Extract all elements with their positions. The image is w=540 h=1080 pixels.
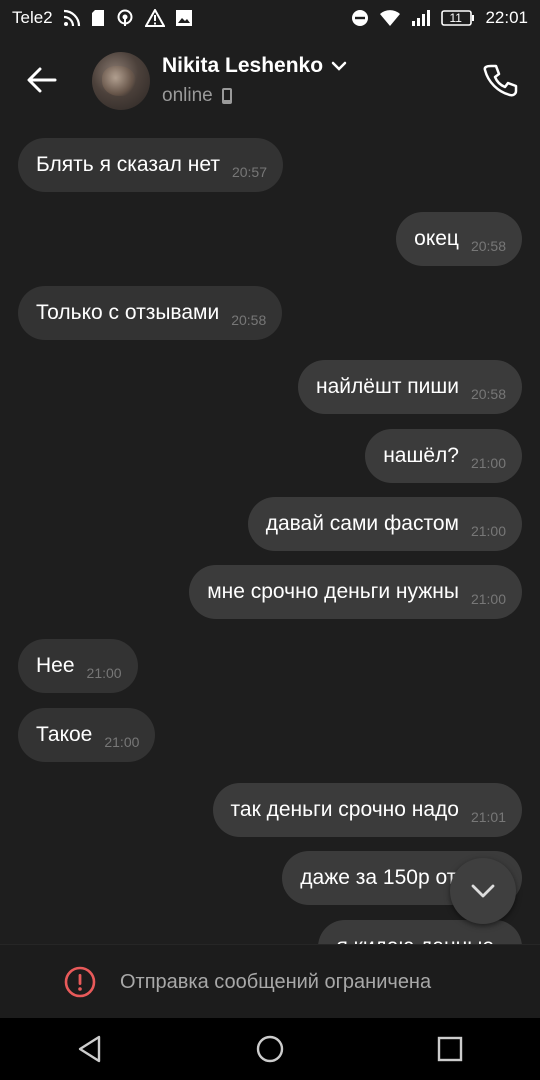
message-text: найлёшт пиши xyxy=(316,375,459,398)
phone-device-icon xyxy=(221,88,232,104)
status-bar: Tele2 11 22:01 xyxy=(0,0,540,36)
message-bubble-outgoing[interactable]: давай сами фастом 21:00 xyxy=(247,497,522,551)
message-text: Блять я сказал нет xyxy=(36,153,220,176)
message-text: давай сами фастом xyxy=(265,512,459,535)
phone-icon xyxy=(483,64,518,97)
message-text: так деньги срочно надо xyxy=(230,798,459,821)
carrier-label: Tele2 xyxy=(12,8,53,27)
system-nav-bar xyxy=(0,1018,540,1080)
clock: 22:01 xyxy=(485,8,528,27)
message-text: Только с отзывами xyxy=(36,301,220,324)
message-text: я кидаю данные xyxy=(336,935,494,944)
call-button[interactable] xyxy=(480,60,520,100)
image-icon xyxy=(175,9,193,27)
message-bubble-outgoing[interactable]: нашёл? 21:00 xyxy=(365,429,522,483)
triangle-back-icon xyxy=(78,1035,101,1063)
battery-icon: 11 xyxy=(441,9,475,27)
message-bubble-incoming[interactable]: Такое 21:00 xyxy=(18,708,156,762)
wifi-icon xyxy=(379,9,401,27)
nav-back-button[interactable] xyxy=(60,1019,120,1079)
message-text: Такое xyxy=(36,723,93,746)
circle-home-icon xyxy=(256,1035,284,1063)
square-recents-icon xyxy=(437,1036,463,1062)
avatar[interactable] xyxy=(92,52,150,110)
alert-icon xyxy=(64,966,96,998)
message-text: окец xyxy=(414,227,459,250)
message-bubble-incoming[interactable]: Нее 21:00 xyxy=(18,639,138,693)
messaging-restricted-bar: Отправка сообщений ограничена xyxy=(0,944,540,1019)
nav-recents-button[interactable] xyxy=(420,1019,480,1079)
scroll-to-bottom-button[interactable] xyxy=(450,858,516,924)
message-bubble-outgoing[interactable]: я кидаю данные xyxy=(318,920,522,944)
message-bubble-outgoing[interactable]: так деньги срочно надо 21:01 xyxy=(212,783,522,837)
message-time: 21:00 xyxy=(86,665,122,681)
do-not-disturb-icon xyxy=(351,9,369,27)
restriction-text: Отправка сообщений ограничена xyxy=(120,970,432,993)
message-time: 21:00 xyxy=(470,523,506,539)
message-time: 21:01 xyxy=(470,809,506,825)
message-time: 20:58 xyxy=(470,386,506,402)
message-time: 20:57 xyxy=(231,164,268,180)
message-bubble-outgoing[interactable]: мне срочно деньги нужны 21:00 xyxy=(189,565,522,619)
back-button[interactable] xyxy=(22,62,62,98)
arrow-left-icon xyxy=(27,67,57,93)
message-text: Нее xyxy=(36,654,75,677)
message-list[interactable]: Блять я сказал нет 20:57 окец 20:58 Толь… xyxy=(0,124,540,944)
battery-level: 11 xyxy=(449,11,462,25)
presence-status: online xyxy=(162,85,213,106)
hotspot-icon xyxy=(115,9,135,27)
chevron-down-icon xyxy=(471,884,495,898)
contact-name: Nikita Leshenko xyxy=(162,54,324,77)
nav-home-button[interactable] xyxy=(240,1019,300,1079)
message-bubble-outgoing[interactable]: окец 20:58 xyxy=(396,212,522,266)
message-time: 21:00 xyxy=(470,591,506,607)
message-time: 21:00 xyxy=(104,734,140,750)
chevron-down-icon xyxy=(331,61,347,71)
presence: online xyxy=(162,85,233,107)
message-text: нашёл? xyxy=(383,444,459,467)
message-bubble-incoming[interactable]: Только с отзывами 20:58 xyxy=(18,286,283,340)
rss-icon xyxy=(63,9,81,27)
message-time: 20:58 xyxy=(231,312,267,328)
message-time: 21:00 xyxy=(470,455,506,471)
sd-card-icon xyxy=(91,9,105,27)
contact-name-button[interactable]: Nikita Leshenko xyxy=(162,54,347,78)
warning-icon xyxy=(144,9,165,27)
chat-header: Nikita Leshenko online xyxy=(0,36,540,124)
message-bubble-outgoing[interactable]: найлёшт пиши 20:58 xyxy=(298,360,522,414)
message-text: мне срочно деньги нужны xyxy=(207,580,459,603)
message-time: 20:58 xyxy=(470,238,506,254)
message-bubble-incoming[interactable]: Блять я сказал нет 20:57 xyxy=(18,138,284,192)
signal-icon xyxy=(411,9,431,27)
